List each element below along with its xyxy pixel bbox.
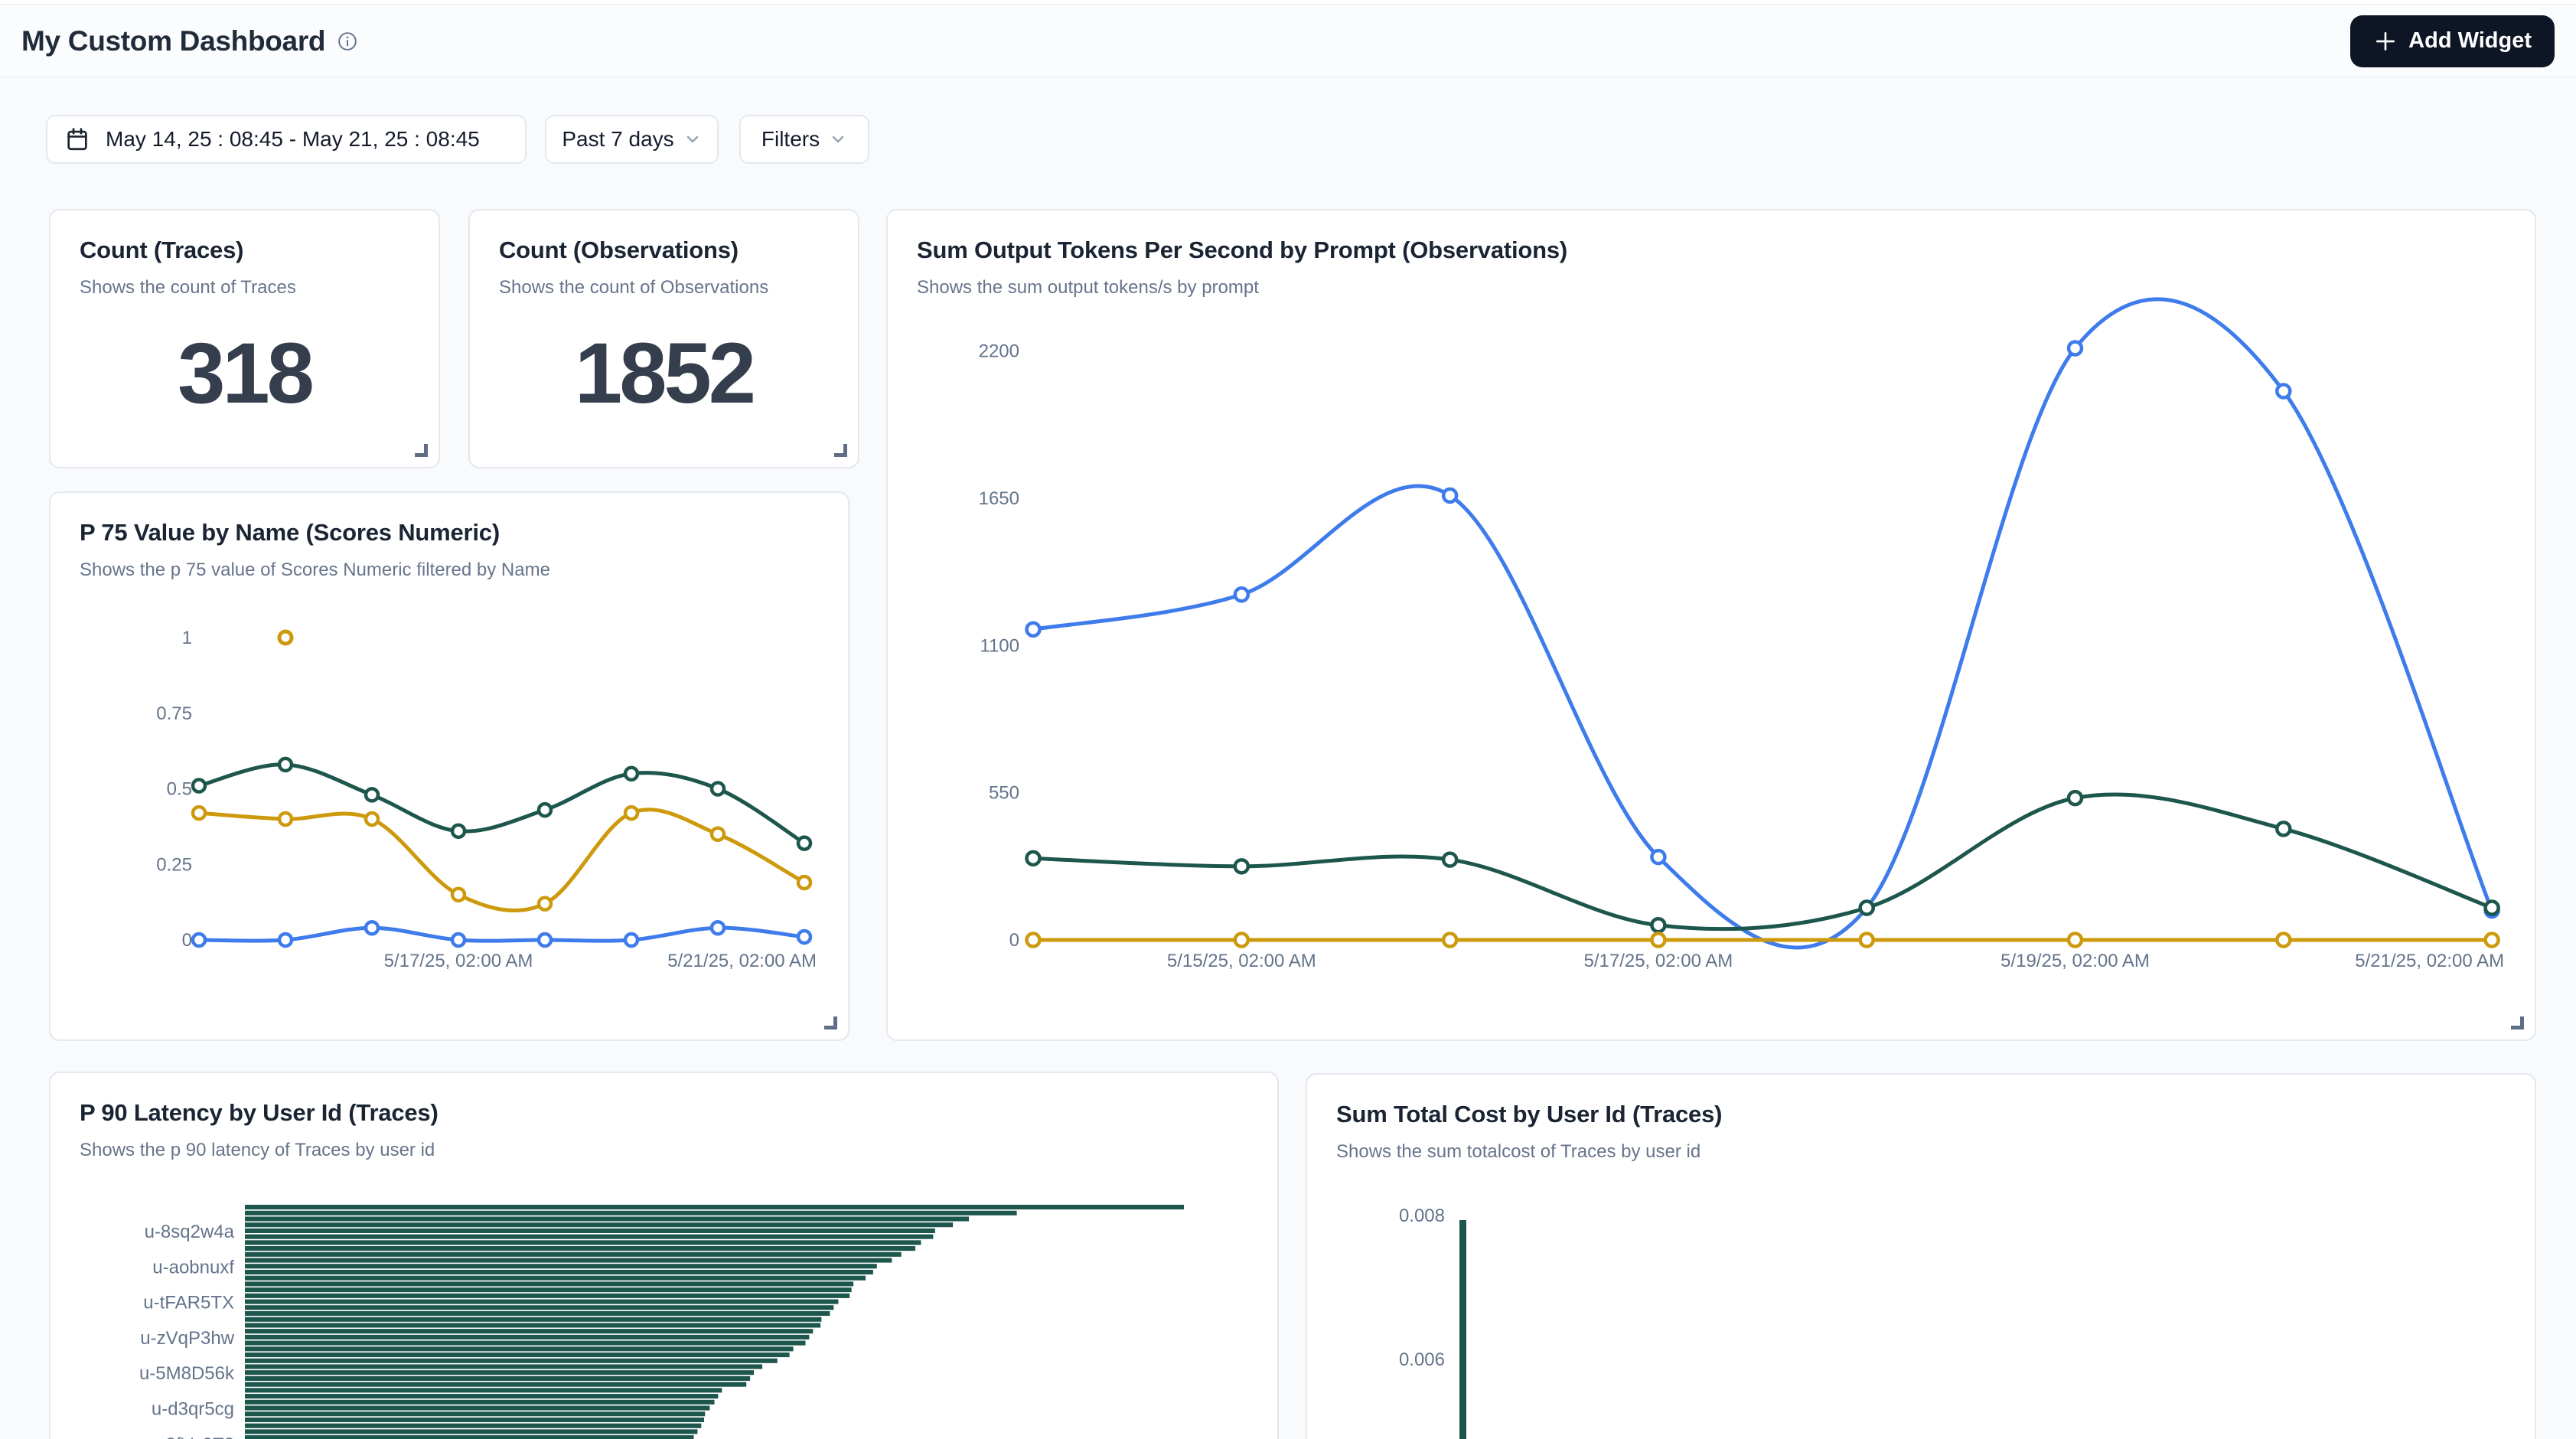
- card-sum-cost: Sum Total Cost by User Id (Traces) Shows…: [1306, 1073, 2536, 1439]
- info-icon[interactable]: [337, 31, 357, 51]
- calendar-icon: [64, 126, 90, 152]
- svg-text:5/17/25, 02:00 AM: 5/17/25, 02:00 AM: [384, 951, 533, 971]
- bar-chart-sum-cost: 0.008 0.006: [1307, 1075, 2538, 1439]
- card-subtitle: Shows the sum output tokens/s by prompt: [917, 277, 2506, 299]
- window-top-strip: [0, 0, 2576, 5]
- svg-text:5/17/25, 02:00 AM: 5/17/25, 02:00 AM: [1583, 951, 1733, 971]
- resize-handle[interactable]: [834, 444, 847, 457]
- svg-text:u-d3qr5cg: u-d3qr5cg: [152, 1399, 234, 1420]
- svg-text:u-zVqP3hw: u-zVqP3hw: [140, 1328, 234, 1349]
- add-widget-label: Add Widget: [2408, 28, 2532, 54]
- svg-text:5/19/25, 02:00 AM: 5/19/25, 02:00 AM: [2000, 951, 2150, 971]
- date-preset-button[interactable]: Past 7 days: [545, 115, 719, 164]
- card-subtitle: Shows the count of Traces: [80, 277, 409, 299]
- svg-text:0.25: 0.25: [156, 854, 192, 875]
- svg-text:u-aobnuxf: u-aobnuxf: [152, 1257, 234, 1277]
- card-title: P 75 Value by Name (Scores Numeric): [80, 519, 819, 547]
- resize-handle[interactable]: [415, 444, 428, 457]
- svg-text:2200: 2200: [979, 341, 1019, 362]
- svg-text:u-8fVe9T3: u-8fVe9T3: [149, 1434, 234, 1439]
- svg-text:0.5: 0.5: [167, 779, 192, 800]
- big-number-value: 1852: [470, 324, 858, 423]
- svg-text:0.006: 0.006: [1399, 1349, 1445, 1370]
- date-range-button[interactable]: May 14, 25 : 08:45 - May 21, 25 : 08:45: [46, 115, 527, 164]
- card-count-traces: Count (Traces) Shows the count of Traces…: [49, 209, 440, 468]
- card-p75-by-name: P 75 Value by Name (Scores Numeric) Show…: [49, 491, 849, 1041]
- card-title: Sum Output Tokens Per Second by Prompt (…: [917, 237, 2506, 264]
- svg-text:u-5M8D56k: u-5M8D56k: [139, 1363, 235, 1384]
- svg-text:0: 0: [1009, 930, 1019, 951]
- filters-label: Filters: [761, 127, 820, 152]
- card-subtitle: Shows the count of Observations: [499, 277, 829, 299]
- card-subtitle: Shows the p 75 value of Scores Numeric f…: [80, 560, 819, 581]
- svg-text:550: 550: [989, 783, 1019, 804]
- card-count-observations: Count (Observations) Shows the count of …: [468, 209, 859, 468]
- svg-text:0.75: 0.75: [156, 703, 192, 724]
- svg-text:0: 0: [182, 930, 192, 951]
- svg-text:0.008: 0.008: [1399, 1206, 1445, 1226]
- chevron-down-icon: [829, 130, 847, 148]
- card-tokens-by-prompt: Sum Output Tokens Per Second by Prompt (…: [886, 209, 2536, 1041]
- card-title: Count (Traces): [80, 237, 409, 264]
- card-title: Count (Observations): [499, 237, 829, 264]
- card-title: P 90 Latency by User Id (Traces): [80, 1099, 1248, 1127]
- date-range-value: May 14, 25 : 08:45 - May 21, 25 : 08:45: [106, 127, 480, 152]
- svg-text:1650: 1650: [979, 488, 1019, 509]
- header-left: My Custom Dashboard: [21, 25, 357, 57]
- card-p90-latency: P 90 Latency by User Id (Traces) Shows t…: [49, 1072, 1279, 1439]
- dashboard-page: My Custom Dashboard Add Widget May 14, 2…: [0, 0, 2576, 1439]
- svg-text:5/21/25, 02:00 AM: 5/21/25, 02:00 AM: [667, 951, 817, 971]
- card-title: Sum Total Cost by User Id (Traces): [1336, 1101, 2506, 1128]
- line-chart-tokens-by-prompt: 0 550 1100 1650 2200 5/15/25, 02:00 AM 5/17/25…: [888, 210, 2538, 1043]
- header: My Custom Dashboard Add Widget: [0, 5, 2576, 77]
- page-title: My Custom Dashboard: [21, 25, 325, 57]
- svg-text:u-tFAR5TX: u-tFAR5TX: [143, 1293, 234, 1313]
- chevron-down-icon: [683, 130, 702, 148]
- bar-chart-p90-latency: u-8sq2w4a u-aobnuxf u-tFAR5TX u-zVqP3hw u-5M…: [51, 1073, 1280, 1439]
- filters-button[interactable]: Filters: [739, 115, 869, 164]
- card-subtitle: Shows the p 90 latency of Traces by user…: [80, 1140, 1248, 1161]
- svg-text:5/21/25, 02:00 AM: 5/21/25, 02:00 AM: [2355, 951, 2504, 971]
- big-number-value: 318: [51, 324, 439, 423]
- plus-icon: [2373, 29, 2398, 54]
- svg-text:1: 1: [182, 628, 192, 648]
- svg-text:u-8sq2w4a: u-8sq2w4a: [145, 1222, 235, 1242]
- card-subtitle: Shows the sum totalcost of Traces by use…: [1336, 1141, 2506, 1163]
- svg-text:5/15/25, 02:00 AM: 5/15/25, 02:00 AM: [1167, 951, 1316, 971]
- date-preset-value: Past 7 days: [562, 127, 673, 152]
- add-widget-button[interactable]: Add Widget: [2350, 15, 2555, 67]
- svg-text:1100: 1100: [980, 635, 1019, 656]
